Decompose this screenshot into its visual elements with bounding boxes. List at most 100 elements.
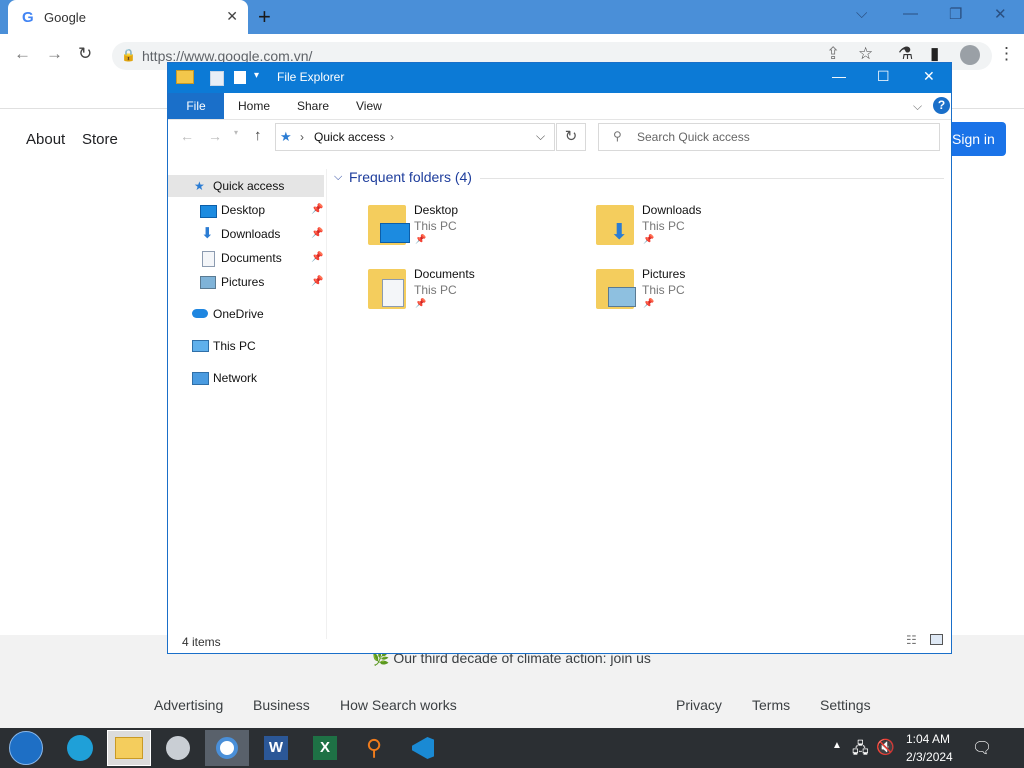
chrome-icon <box>216 737 238 759</box>
footer-link-terms[interactable]: Terms <box>752 697 790 713</box>
extensions-icon[interactable]: ⚗ <box>898 44 913 64</box>
documents-icon <box>202 251 215 267</box>
recent-locations-icon[interactable]: ▾ <box>234 128 238 137</box>
nav-item-onedrive[interactable]: OneDrive <box>168 303 324 325</box>
profile-avatar-icon[interactable] <box>960 45 980 65</box>
folder-app-icon <box>176 70 194 84</box>
pin-icon: 📌 <box>415 234 427 244</box>
up-folder-icon[interactable]: ↑ <box>254 127 262 144</box>
help-icon[interactable]: ? <box>933 97 950 114</box>
downloads-overlay-icon: ⬇ <box>610 219 629 244</box>
footer-link-privacy[interactable]: Privacy <box>676 697 722 713</box>
nav-item-desktop[interactable]: Desktop 📌 <box>168 199 324 221</box>
breadcrumb-chevron-icon[interactable]: › <box>390 130 394 144</box>
tab-file[interactable]: File <box>168 93 224 119</box>
forward-icon[interactable]: → <box>46 44 63 64</box>
explorer-address-bar[interactable]: ★ › Quick access › ⌵ <box>275 123 555 151</box>
section-collapse-icon[interactable]: ⌵ <box>334 171 342 184</box>
nav-item-documents[interactable]: Documents 📌 <box>168 247 324 269</box>
nav-item-network[interactable]: Network <box>168 367 324 389</box>
taskbar-file-explorer[interactable] <box>107 730 151 766</box>
explorer-minimize-icon[interactable]: — <box>832 68 846 84</box>
lock-icon[interactable]: 🔒 <box>121 48 136 62</box>
explorer-search-box[interactable]: ⚲ Search Quick access <box>598 123 940 151</box>
tab-view[interactable]: View <box>356 99 382 113</box>
reload-icon[interactable]: ↻ <box>78 44 92 64</box>
tab-share[interactable]: Share <box>297 99 329 113</box>
ribbon-expand-icon[interactable]: ⌵ <box>913 99 922 114</box>
frequent-folders-header[interactable]: Frequent folders (4) <box>349 169 472 185</box>
folder-tile-downloads[interactable]: ⬇ Downloads This PC 📌 <box>596 203 806 249</box>
folder-tile-documents[interactable]: Documents This PC 📌 <box>368 267 578 313</box>
share-icon[interactable]: ⇪ <box>826 44 840 64</box>
bookmark-star-icon[interactable]: ☆ <box>858 44 873 64</box>
folder-name: Documents <box>414 267 475 281</box>
this-pc-icon <box>192 340 209 352</box>
folder-tile-desktop[interactable]: Desktop This PC 📌 <box>368 203 578 249</box>
taskbar-edge[interactable] <box>58 730 102 766</box>
explorer-close-icon[interactable]: ✕ <box>923 68 935 85</box>
nav-forward-icon[interactable]: → <box>208 128 222 144</box>
tab-close-icon[interactable]: ✕ <box>226 8 238 25</box>
notifications-icon[interactable]: 🗨 <box>972 738 992 758</box>
nav-item-quick-access[interactable]: ★ Quick access <box>168 175 324 197</box>
browser-restore-icon[interactable]: ❐ <box>949 5 962 23</box>
network-tray-icon[interactable]: 🖧 <box>852 738 869 763</box>
section-divider <box>480 178 944 179</box>
taskbar-word[interactable]: W <box>254 730 298 766</box>
taskbar-chrome[interactable] <box>205 730 249 766</box>
browser-minimize-icon[interactable]: — <box>903 5 918 22</box>
quick-access-icon: ★ <box>194 179 205 193</box>
folder-name: Downloads <box>642 203 702 217</box>
folder-tile-pictures[interactable]: Pictures This PC 📌 <box>596 267 806 313</box>
footer-link-how-search-works[interactable]: How Search works <box>340 697 457 713</box>
pictures-overlay-icon <box>608 287 636 307</box>
downloads-icon: ⬇ <box>201 225 214 242</box>
address-dropdown-icon[interactable]: ⌵ <box>536 129 545 144</box>
about-link[interactable]: About <box>26 131 65 148</box>
taskbar-vscode[interactable] <box>401 730 445 766</box>
footer-link-business[interactable]: Business <box>253 697 310 713</box>
nav-back-icon[interactable]: ← <box>180 128 194 144</box>
tab-search-icon[interactable]: ⌵ <box>856 5 867 22</box>
store-link[interactable]: Store <box>82 131 118 148</box>
taskbar-excel[interactable]: X <box>303 730 347 766</box>
breadcrumb-separator-icon: › <box>300 130 304 144</box>
breadcrumb-quick-access[interactable]: Quick access <box>314 130 385 144</box>
magnifier-icon: ⚲ <box>365 735 383 760</box>
quick-access-star-icon: ★ <box>280 129 292 144</box>
refresh-icon[interactable]: ↻ <box>556 123 586 151</box>
browser-tab[interactable]: G Google ✕ <box>8 0 248 34</box>
clock-time[interactable]: 1:04 AM <box>906 732 950 746</box>
footer-link-advertising[interactable]: Advertising <box>154 697 223 713</box>
nav-item-downloads[interactable]: ⬇ Downloads 📌 <box>168 223 324 245</box>
app-icon <box>166 736 190 760</box>
clock-date[interactable]: 2/3/2024 <box>906 750 953 764</box>
browser-close-icon[interactable]: ✕ <box>994 5 1007 23</box>
side-panel-icon[interactable]: ▮ <box>930 44 939 64</box>
new-folder-quick-icon[interactable] <box>234 71 246 84</box>
large-icons-view-icon[interactable] <box>930 634 943 645</box>
pin-icon: 📌 <box>415 298 427 308</box>
tab-home[interactable]: Home <box>238 99 270 113</box>
volume-muted-icon[interactable]: 🔇 <box>876 738 895 756</box>
new-tab-button[interactable]: + <box>258 4 271 30</box>
folder-name: Desktop <box>414 203 459 217</box>
nav-label-downloads: Downloads <box>221 227 281 241</box>
back-icon[interactable]: ← <box>14 44 31 64</box>
nav-pane-divider[interactable] <box>326 169 327 639</box>
properties-quick-icon[interactable] <box>210 71 224 86</box>
explorer-maximize-icon[interactable]: ☐ <box>877 68 890 85</box>
show-hidden-icons-icon[interactable]: ▲ <box>832 740 842 751</box>
taskbar-search-tool[interactable]: ⚲ <box>352 730 396 766</box>
nav-label-onedrive: OneDrive <box>213 307 264 321</box>
details-view-icon[interactable]: ☷ <box>906 633 917 647</box>
footer-link-settings[interactable]: Settings <box>820 697 871 713</box>
start-button[interactable] <box>4 730 48 766</box>
menu-kebab-icon[interactable]: ⋮ <box>998 44 1015 64</box>
nav-item-this-pc[interactable]: This PC <box>168 335 324 357</box>
nav-label-desktop: Desktop <box>221 203 266 217</box>
taskbar-app[interactable] <box>156 730 200 766</box>
customize-qat-icon[interactable]: ▾ <box>254 70 259 81</box>
nav-item-pictures[interactable]: Pictures 📌 <box>168 271 324 293</box>
